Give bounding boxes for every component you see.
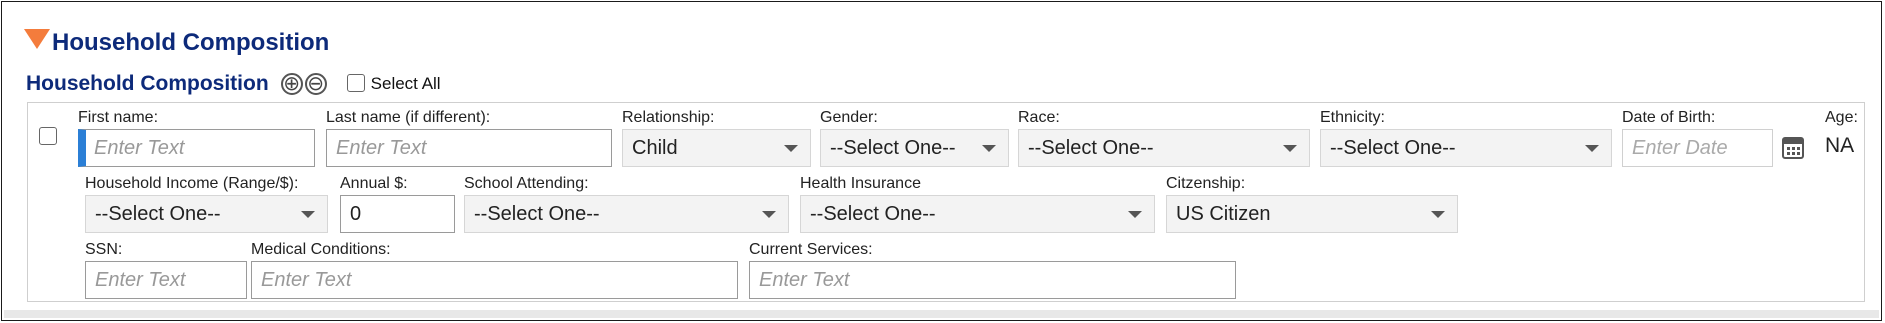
chevron-down-icon xyxy=(1431,211,1445,218)
household-income-label: Household Income (Range/$): xyxy=(85,175,299,192)
first-name-input[interactable]: Enter Text xyxy=(78,129,315,167)
member-row: First name: Enter Text Last name (if dif… xyxy=(27,102,1865,302)
health-insurance-select[interactable]: --Select One-- xyxy=(800,195,1155,233)
ethnicity-value: --Select One-- xyxy=(1330,136,1456,159)
household-income-select[interactable]: --Select One-- xyxy=(85,195,328,233)
first-name-label: First name: xyxy=(78,109,159,126)
citizenship-value: US Citizen xyxy=(1176,202,1271,225)
race-label: Race: xyxy=(1018,109,1060,126)
medical-label: Medical Conditions: xyxy=(251,241,391,258)
household-composition-frame: Household Composition Household Composit… xyxy=(1,1,1882,321)
race-value: --Select One-- xyxy=(1028,136,1154,159)
school-select[interactable]: --Select One-- xyxy=(464,195,789,233)
subsection-title: Household Composition xyxy=(26,72,269,95)
sub-header: Household Composition ⊕ ⊖ Select All xyxy=(26,72,441,96)
chevron-down-icon xyxy=(1283,145,1297,152)
select-all[interactable]: Select All xyxy=(346,74,441,94)
chevron-down-icon xyxy=(1128,211,1142,218)
citizenship-select[interactable]: US Citizen xyxy=(1166,195,1458,233)
collapse-triangle-icon[interactable] xyxy=(24,29,50,49)
gender-label: Gender: xyxy=(820,109,878,126)
age-value: NA xyxy=(1825,134,1855,157)
services-input[interactable]: Enter Text xyxy=(749,261,1236,299)
dob-label: Date of Birth: xyxy=(1622,109,1716,126)
ssn-label: SSN: xyxy=(85,241,123,258)
relationship-label: Relationship: xyxy=(622,109,715,126)
plus-circle-icon[interactable]: ⊕ xyxy=(280,73,303,95)
minus-circle-icon[interactable]: ⊖ xyxy=(304,73,327,95)
annual-input[interactable]: 0 xyxy=(340,195,455,233)
member-row-checkbox[interactable] xyxy=(39,127,57,145)
gender-select[interactable]: --Select One-- xyxy=(820,129,1009,167)
citizenship-label: Citzenship: xyxy=(1166,175,1246,192)
annual-label: Annual $: xyxy=(340,175,408,192)
select-all-label: Select All xyxy=(370,74,441,93)
chevron-down-icon xyxy=(1585,145,1599,152)
dob-input[interactable]: Enter Date xyxy=(1622,129,1773,167)
select-all-checkbox[interactable] xyxy=(346,74,365,92)
relationship-select[interactable]: Child xyxy=(622,129,811,167)
household-income-value: --Select One-- xyxy=(95,202,221,225)
chevron-down-icon xyxy=(762,211,776,218)
chevron-down-icon xyxy=(982,145,996,152)
section-header[interactable]: Household Composition xyxy=(24,28,329,58)
ssn-input[interactable]: Enter Text xyxy=(85,261,247,299)
gender-value: --Select One-- xyxy=(830,136,956,159)
relationship-value: Child xyxy=(632,136,678,159)
age-label: Age: xyxy=(1825,109,1858,126)
chevron-down-icon xyxy=(784,145,798,152)
chevron-down-icon xyxy=(301,211,315,218)
medical-input[interactable]: Enter Text xyxy=(251,261,738,299)
last-name-label: Last name (if different): xyxy=(326,109,491,126)
school-label: School Attending: xyxy=(464,175,589,192)
health-insurance-value: --Select One-- xyxy=(810,202,936,225)
health-insurance-label: Health Insurance xyxy=(800,175,921,192)
ethnicity-select[interactable]: --Select One-- xyxy=(1320,129,1612,167)
bottom-bar xyxy=(4,310,1879,318)
race-select[interactable]: --Select One-- xyxy=(1018,129,1310,167)
calendar-icon[interactable] xyxy=(1782,137,1804,159)
section-title: Household Composition xyxy=(52,29,330,56)
services-label: Current Services: xyxy=(749,241,873,258)
ethnicity-label: Ethnicity: xyxy=(1320,109,1385,126)
last-name-input[interactable]: Enter Text xyxy=(326,129,612,167)
school-value: --Select One-- xyxy=(474,202,600,225)
